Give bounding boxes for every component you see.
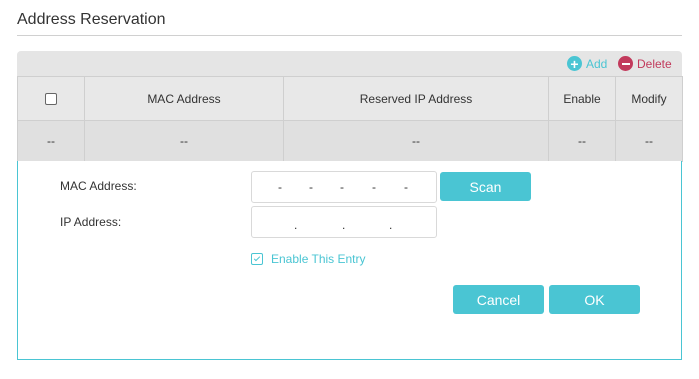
- table-row[interactable]: -- -- -- -- --: [17, 120, 683, 162]
- select-all-cell: [17, 76, 85, 121]
- mac-separator: -: [309, 180, 313, 194]
- column-header-enable: Enable: [548, 76, 616, 121]
- add-button[interactable]: + Add: [567, 51, 607, 76]
- table-cell: --: [17, 120, 85, 162]
- table-cell: --: [548, 120, 616, 162]
- table-cell: --: [615, 120, 683, 162]
- section-title: Address Reservation: [17, 11, 166, 28]
- enable-entry-label: Enable This Entry: [271, 252, 366, 266]
- select-all-checkbox[interactable]: [45, 93, 57, 106]
- ip-address-input[interactable]: . . .: [251, 206, 437, 238]
- ip-separator: .: [342, 218, 346, 232]
- enable-entry-checkbox[interactable]: [251, 253, 263, 265]
- mac-address-label: MAC Address:: [60, 179, 137, 193]
- delete-button[interactable]: Delete: [618, 51, 672, 76]
- ip-separator: .: [389, 218, 393, 232]
- column-header-reserved-ip: Reserved IP Address: [283, 76, 549, 121]
- cancel-button[interactable]: Cancel: [453, 285, 544, 314]
- minus-icon: [618, 56, 633, 71]
- mac-separator: -: [372, 180, 376, 194]
- reservation-table: MAC Address Reserved IP Address Enable M…: [17, 76, 683, 162]
- ok-button[interactable]: OK: [549, 285, 640, 314]
- plus-icon: +: [567, 56, 582, 71]
- table-toolbar: + Add Delete: [17, 51, 682, 76]
- title-divider: [17, 35, 682, 36]
- scan-button[interactable]: Scan: [440, 172, 531, 201]
- column-header-modify: Modify: [615, 76, 683, 121]
- edit-entry-panel: MAC Address: - - - - - Scan IP Address: …: [17, 161, 682, 360]
- mac-separator: -: [278, 180, 282, 194]
- enable-entry-toggle[interactable]: Enable This Entry: [251, 252, 366, 266]
- mac-address-input[interactable]: - - - - -: [251, 171, 437, 203]
- table-header-row: MAC Address Reserved IP Address Enable M…: [17, 76, 683, 121]
- add-label: Add: [586, 56, 608, 71]
- ip-address-label: IP Address:: [60, 215, 122, 229]
- mac-separator: -: [404, 180, 408, 194]
- ip-separator: .: [294, 218, 298, 232]
- column-header-mac: MAC Address: [84, 76, 284, 121]
- table-cell: --: [84, 120, 284, 162]
- mac-separator: -: [340, 180, 344, 194]
- table-cell: --: [283, 120, 549, 162]
- checkmark-icon: [253, 254, 261, 261]
- delete-label: Delete: [637, 56, 672, 71]
